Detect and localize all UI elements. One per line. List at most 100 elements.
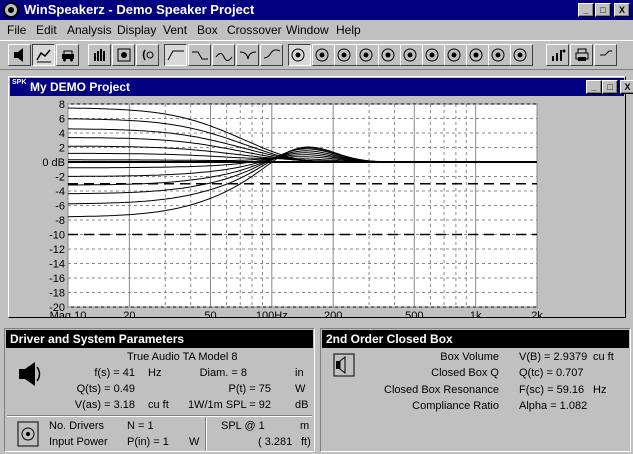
driver-spl[interactable]: 1W/1m SPL = 92	[175, 399, 271, 411]
x-tick-label: 200	[324, 310, 342, 317]
menu-display[interactable]: Display	[117, 23, 156, 37]
toolbar	[0, 40, 633, 70]
y-tick-label: -16	[49, 273, 65, 285]
driver-diameter[interactable]: Diam. = 8	[175, 367, 247, 379]
input-power-value[interactable]: P(in) = 1	[127, 436, 169, 448]
box-panel: 2nd Order Closed Box Box Volume V(B) = 2…	[320, 328, 631, 452]
driver-panel-vdivider	[205, 417, 207, 451]
y-tick-label: 0 dB	[42, 157, 65, 169]
close-button[interactable]: X	[614, 3, 630, 17]
y-tick-label: 6	[59, 114, 65, 126]
driver-7-button[interactable]	[444, 44, 467, 66]
driver-4-button[interactable]	[378, 44, 401, 66]
frequency-response-chart: 86420 dB-2-4-6-8-10-12-14-16-18-20Mag 10…	[42, 99, 543, 322]
menu-analysis[interactable]: Analysis	[67, 23, 112, 37]
level-bars-icon	[551, 49, 565, 61]
box-volume-value[interactable]: V(B) = 2.9379	[519, 351, 587, 363]
y-tick-label: -2	[55, 172, 65, 184]
driver-power[interactable]: P(t) = 75	[175, 383, 272, 395]
project-minimize-button[interactable]: _	[586, 80, 602, 94]
project-icon[interactable]: SPK	[12, 79, 26, 86]
y-tick-label: -4	[55, 186, 65, 198]
x-tick-label: 50	[204, 310, 216, 317]
enclosure-button[interactable]	[112, 44, 135, 66]
driver-icon	[315, 48, 328, 62]
x-tick-label: 100Hz	[256, 310, 288, 317]
driver-6-button[interactable]	[422, 44, 445, 66]
compliance-ratio-value[interactable]: Alpha = 1.082	[519, 400, 587, 412]
car-icon	[61, 50, 74, 62]
driver-diameter-unit: in	[295, 367, 304, 379]
listener-button[interactable]	[136, 44, 159, 66]
print-button[interactable]	[570, 44, 593, 66]
crossover-icon	[599, 50, 612, 56]
project-window[interactable]: SPK My DEMO Project _ □ X 8 6 4 2 0 dB -2 -4 -6…	[8, 76, 633, 322]
y-tick-label: 4	[59, 128, 65, 140]
box-q-value[interactable]: Q(tc) = 0.707	[519, 367, 584, 379]
minimize-button[interactable]: _	[578, 3, 594, 17]
printer-icon	[575, 48, 588, 61]
input-power-unit: W	[189, 436, 200, 448]
y-tick-label: -8	[55, 215, 65, 227]
bandpass-filter-button[interactable]	[188, 44, 211, 66]
notch-filter-button[interactable]	[236, 44, 259, 66]
driver-icon	[491, 48, 504, 62]
notch-curve-icon	[239, 51, 256, 60]
box-design-button[interactable]	[32, 44, 55, 66]
project-close-button[interactable]: X	[620, 80, 633, 94]
lowpass-curve-icon	[215, 53, 232, 61]
driver-spl-unit: dB	[295, 399, 309, 411]
box-resonance-value[interactable]: F(sc) = 59.16	[519, 384, 584, 396]
spl-distance[interactable]: SPL @ 1	[221, 420, 265, 432]
spl-distance-ft-unit: ft)	[301, 436, 311, 448]
y-tick-label: -12	[49, 244, 65, 256]
driver-2-button[interactable]	[334, 44, 357, 66]
response-curve-icon	[263, 49, 280, 59]
menu-window[interactable]: Window	[286, 23, 329, 37]
driver-10-button[interactable]	[510, 44, 533, 66]
menu-vent[interactable]: Vent	[163, 23, 187, 37]
app-title-bar[interactable]: WinSpeakerz - Demo Speaker Project _ □ X	[0, 0, 633, 20]
highpass-curve-icon	[167, 50, 184, 61]
y-tick-label: -6	[55, 201, 65, 213]
maximize-button[interactable]: □	[595, 3, 611, 17]
car-audio-button[interactable]	[56, 44, 79, 66]
response-filter-button[interactable]	[260, 44, 283, 66]
menu-help[interactable]: Help	[336, 23, 361, 37]
lowpass-filter-button[interactable]	[212, 44, 235, 66]
driver-qts[interactable]: Q(ts) = 0.49	[55, 383, 135, 395]
box-volume-unit: cu ft	[593, 351, 614, 363]
app-icon[interactable]	[3, 2, 19, 18]
box-graph-icon	[35, 49, 51, 63]
crossover-button[interactable]	[594, 44, 617, 66]
menu-file[interactable]: File	[7, 23, 26, 37]
driver-model[interactable]: True Audio TA Model 8	[127, 351, 237, 363]
driver-1-button[interactable]	[288, 44, 311, 66]
project-window-title-bar[interactable]: SPK My DEMO Project _ □ X	[10, 78, 633, 96]
driver-icon	[469, 48, 482, 62]
num-drivers-value[interactable]: N = 1	[127, 420, 154, 432]
levels-button[interactable]	[546, 44, 569, 66]
mdi-client-area: SPK My DEMO Project _ □ X 86420 dB -2 -4 -6…	[2, 74, 633, 452]
driver-9-button[interactable]	[488, 44, 511, 66]
box-resonance-label: Closed Box Resonance	[384, 384, 499, 396]
closed-box-icon	[333, 353, 355, 377]
driver-fs[interactable]: f(s) = 41	[55, 367, 135, 379]
driver-8-button[interactable]	[466, 44, 489, 66]
multi-driver-button[interactable]	[88, 44, 111, 66]
driver-params-button[interactable]	[8, 44, 31, 66]
driver-3-button[interactable]	[356, 44, 379, 66]
y-tick-label: -18	[49, 288, 65, 300]
driver-panel-divider	[7, 415, 312, 417]
menu-edit[interactable]: Edit	[36, 23, 57, 37]
spl-distance-unit: m	[300, 420, 310, 432]
menu-box[interactable]: Box	[197, 23, 218, 37]
menu-crossover[interactable]: Crossover	[227, 23, 282, 37]
driver-5-button[interactable]	[400, 44, 423, 66]
project-maximize-button[interactable]: □	[602, 80, 618, 94]
highpass-filter-button[interactable]	[164, 44, 187, 66]
driver-vas-unit: cu ft	[148, 399, 169, 411]
driver-vas[interactable]: V(as) = 3.18	[55, 399, 135, 411]
driver-1-alt-button[interactable]	[312, 44, 335, 66]
spl-distance-ft: ( 3.281	[258, 436, 293, 448]
